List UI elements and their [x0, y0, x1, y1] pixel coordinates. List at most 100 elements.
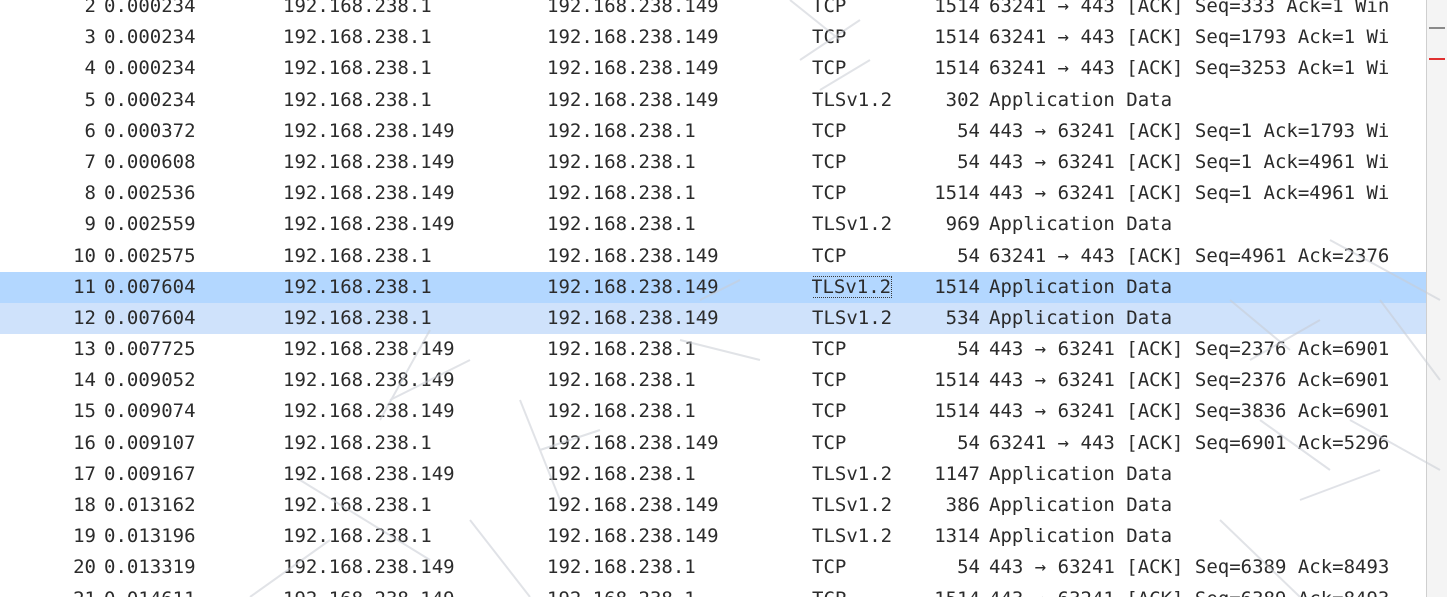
packet-list-scrollbar[interactable] — [1426, 0, 1447, 597]
packet-number: 10 — [73, 244, 96, 267]
packet-info: 443 → 63241 [ACK] Seq=1 Ack=4961 Wi — [989, 182, 1390, 205]
packet-source: 192.168.238.1 — [283, 306, 432, 329]
packet-length: 1514 — [934, 369, 980, 392]
packet-protocol: TCP — [812, 244, 847, 267]
packet-number: 3 — [84, 26, 96, 49]
packet-source: 192.168.238.149 — [283, 369, 455, 392]
packet-number: 2 — [84, 0, 96, 17]
packet-time: 0.009167 — [104, 462, 196, 485]
packet-row[interactable]: 2 0.000234 192.168.238.1 192.168.238.149 TCP… — [0, 0, 1427, 22]
packet-info: 443 → 63241 [ACK] Seq=6389 Ack=8493 — [989, 584, 1427, 597]
packet-length: 1514 — [908, 584, 980, 597]
packet-time: 0.000608 — [104, 150, 196, 173]
packet-number: 9 — [84, 213, 96, 236]
packet-destination: 192.168.238.149 — [547, 0, 719, 17]
packet-info: 443 → 63241 [ACK] Seq=2376 Ack=6901 — [989, 338, 1390, 361]
packet-row[interactable]: 9 0.002559 192.168.238.149 192.168.238.1 TLS… — [0, 209, 1427, 240]
packet-destination: 192.168.238.149 — [547, 525, 719, 548]
packet-list[interactable]: 2 0.000234 192.168.238.1 192.168.238.149 TCP… — [0, 0, 1447, 597]
packet-row[interactable]: 21 0.014611 192.168.238.149 192.168.238.1 TC… — [0, 584, 1427, 597]
packet-destination: 192.168.238.149 — [547, 57, 719, 80]
packet-destination: 192.168.238.1 — [547, 182, 696, 205]
packet-time: 0.013319 — [104, 556, 196, 579]
packet-info: Application Data — [989, 213, 1173, 236]
packet-info: 63241 → 443 [ACK] Seq=3253 Ack=1 Wi — [989, 57, 1390, 80]
packet-source: 192.168.238.149 — [283, 462, 455, 485]
packet-row[interactable]: 4 0.000234 192.168.238.1 192.168.238.149 TCP… — [0, 53, 1427, 84]
packet-number: 19 — [73, 525, 96, 548]
packet-info: Application Data — [989, 462, 1173, 485]
packet-length: 54 — [957, 338, 980, 361]
packet-row[interactable]: 14 0.009052 192.168.238.149 192.168.238.1 TC… — [0, 365, 1427, 396]
packet-destination: 192.168.238.1 — [547, 462, 696, 485]
packet-length: 386 — [945, 494, 980, 516]
packet-length: 54 — [957, 150, 980, 173]
packet-protocol: TLSv1.2 — [812, 88, 893, 111]
packet-destination: 192.168.238.1 — [547, 338, 696, 361]
packet-info: Application Data — [989, 275, 1173, 298]
packet-length: 54 — [957, 431, 980, 454]
packet-protocol: TCP — [812, 0, 847, 17]
packet-row[interactable]: 11 0.007604 192.168.238.1 192.168.238.149 TL… — [0, 271, 1427, 303]
packet-number: 4 — [84, 57, 96, 80]
packet-number: 14 — [73, 369, 96, 392]
packet-number: 21 — [0, 584, 96, 597]
packet-destination: 192.168.238.149 — [547, 88, 719, 111]
packet-number: 12 — [73, 306, 96, 329]
packet-source: 192.168.238.149 — [283, 182, 455, 205]
focused-cell: TLSv1.2 — [812, 275, 893, 298]
packet-row[interactable]: 10 0.002575 192.168.238.1 192.168.238.149 TC… — [0, 241, 1427, 272]
packet-protocol: TCP — [812, 556, 847, 579]
packet-row[interactable]: 15 0.009074 192.168.238.149 192.168.238.1 TC… — [0, 396, 1427, 427]
packet-row[interactable]: 17 0.009167 192.168.238.149 192.168.238.1 TL… — [0, 459, 1427, 490]
packet-row[interactable]: 7 0.000608 192.168.238.149 192.168.238.1 TCP… — [0, 147, 1427, 178]
packet-source: 192.168.238.149 — [283, 150, 455, 173]
packet-number: 11 — [73, 275, 96, 298]
packet-info: Application Data — [989, 525, 1173, 548]
packet-length: 302 — [945, 88, 980, 111]
packet-destination: 192.168.238.1 — [547, 150, 696, 173]
packet-row[interactable]: 19 0.013196 192.168.238.1 192.168.238.149 TL… — [0, 521, 1427, 552]
packet-destination: 192.168.238.1 — [547, 369, 696, 392]
packet-source: 192.168.238.1 — [283, 88, 432, 111]
minimap-marker-red — [1429, 58, 1445, 60]
packet-info: 443 → 63241 [ACK] Seq=3836 Ack=6901 — [989, 400, 1390, 423]
packet-row[interactable]: 6 0.000372 192.168.238.149 192.168.238.1 TCP… — [0, 116, 1427, 147]
packet-row[interactable]: 13 0.007725 192.168.238.149 192.168.238.1 TC… — [0, 334, 1427, 365]
packet-time: 0.014611 — [104, 584, 274, 597]
packet-source: 192.168.238.1 — [283, 26, 432, 49]
packet-length: 1314 — [934, 525, 980, 548]
packet-rows: 2 0.000234 192.168.238.1 192.168.238.149 TCP… — [0, 0, 1427, 597]
packet-number: 6 — [84, 119, 96, 142]
packet-time: 0.002575 — [104, 244, 196, 267]
packet-number: 8 — [84, 182, 96, 205]
packet-row[interactable]: 8 0.002536 192.168.238.149 192.168.238.1 TCP… — [0, 178, 1427, 209]
packet-destination: 192.168.238.149 — [547, 244, 719, 267]
packet-time: 0.000234 — [104, 88, 196, 111]
packet-row[interactable]: 18 0.013162 192.168.238.1 192.168.238.149 TL… — [0, 490, 1427, 521]
packet-source: 192.168.238.149 — [283, 338, 455, 361]
packet-info: Application Data — [989, 88, 1173, 111]
packet-time: 0.009052 — [104, 369, 196, 392]
packet-length: 1514 — [934, 182, 980, 205]
packet-length: 1514 — [934, 275, 980, 298]
packet-protocol: TCP — [812, 119, 847, 142]
packet-length: 1147 — [934, 462, 980, 485]
packet-length: 1514 — [934, 26, 980, 49]
packet-row[interactable]: 3 0.000234 192.168.238.1 192.168.238.149 TCP… — [0, 22, 1427, 53]
packet-row[interactable]: 12 0.007604 192.168.238.1 192.168.238.149 TL… — [0, 302, 1427, 335]
packet-row[interactable]: 16 0.009107 192.168.238.1 192.168.238.149 TC… — [0, 428, 1427, 459]
packet-destination: 192.168.238.149 — [547, 26, 719, 49]
packet-destination: 192.168.238.149 — [547, 494, 719, 516]
packet-destination: 192.168.238.149 — [547, 275, 719, 298]
packet-row[interactable]: 5 0.000234 192.168.238.1 192.168.238.149 TLS… — [0, 85, 1427, 116]
packet-protocol: TLSv1.2 — [812, 272, 917, 303]
packet-protocol: TCP — [812, 150, 847, 173]
packet-time: 0.007604 — [104, 306, 196, 329]
packet-length: 1514 — [934, 0, 980, 17]
packet-row[interactable]: 20 0.013319 192.168.238.149 192.168.238.1 TC… — [0, 552, 1427, 583]
packet-info: 443 → 63241 [ACK] Seq=2376 Ack=6901 — [989, 369, 1390, 392]
packet-info: Application Data — [989, 494, 1173, 516]
packet-number: 15 — [73, 400, 96, 423]
packet-info: 63241 → 443 [ACK] Seq=4961 Ack=2376 — [989, 244, 1390, 267]
